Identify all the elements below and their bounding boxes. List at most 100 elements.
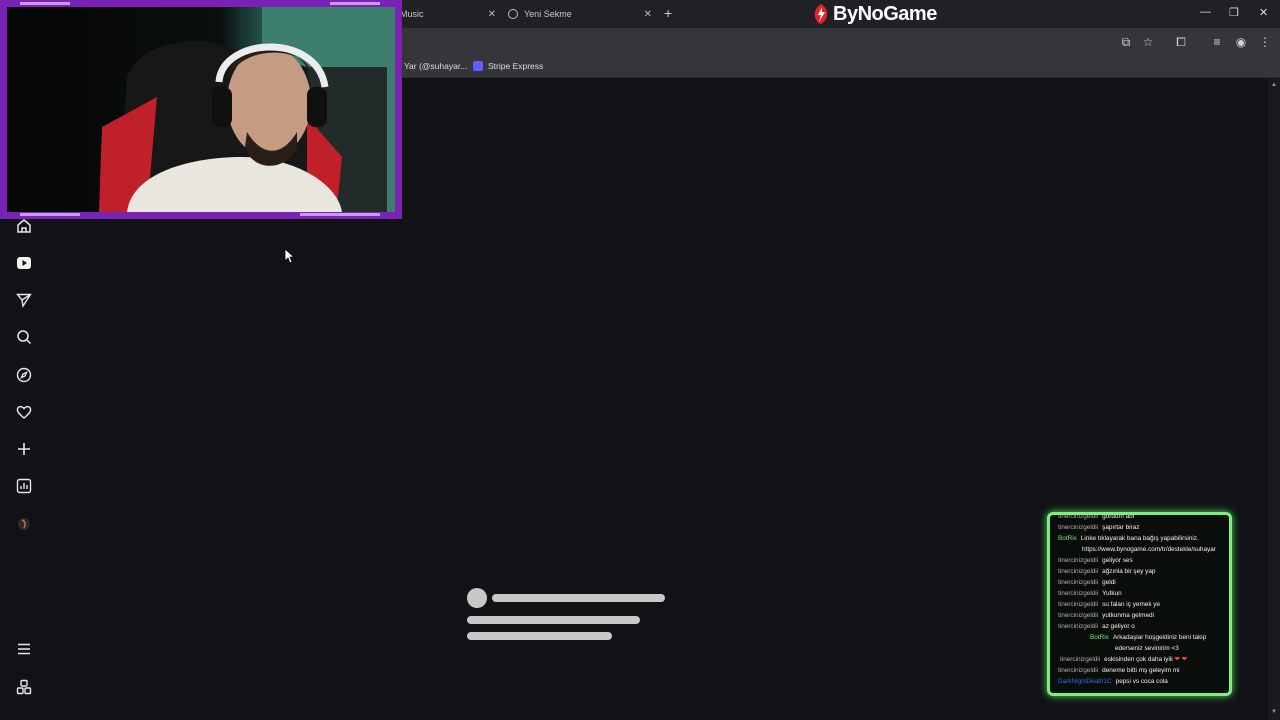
chat-text: su falan iç yemek ye (1102, 601, 1161, 608)
skeleton-line (492, 594, 665, 602)
bookmark-item[interactable]: Yar (@suhayar... (404, 61, 467, 71)
heart-emoji: ❤ ❤ (1174, 656, 1187, 663)
skeleton-line (467, 632, 612, 640)
minimize-icon[interactable]: — (1200, 6, 1211, 18)
chat-username: tinercinizgeldii (1058, 524, 1099, 531)
chat-text: https://www.bynogame.com/tr/destekle/suh… (1082, 546, 1216, 553)
bookmark-label: Stripe Express (488, 61, 544, 71)
home-icon[interactable] (14, 216, 34, 236)
scroll-up-icon[interactable]: ▲ (1271, 82, 1277, 88)
tab-label: Yeni Sekme (524, 9, 572, 19)
chat-message: tinercinizgeldii geliyor ses (1058, 555, 1229, 566)
chat-text: Linke tıklayarak bana bağış yapabilirsin… (1080, 535, 1199, 542)
skeleton-avatar (467, 588, 487, 608)
profile-icon[interactable]: ◉ (1233, 34, 1249, 50)
chat-message: tinercinizgeldii su falan iç yemek ye (1058, 599, 1229, 610)
avatar-icon[interactable] (14, 514, 34, 534)
chat-text: geliyor ses (1102, 557, 1133, 564)
chat-text: az geliyor o (1102, 623, 1135, 630)
chat-username: tinercinizgeldii (1058, 568, 1099, 575)
cast-icon[interactable]: ⧉ (1118, 34, 1134, 50)
chat-message: tinercinizgeldii eskisinden çok daha iyil… (1060, 654, 1229, 665)
mouse-cursor-icon (284, 248, 294, 264)
compass-icon[interactable] (14, 365, 34, 385)
tab-new-tab[interactable]: Yeni Sekme ✕ (508, 4, 652, 24)
webcam-feed (7, 7, 395, 212)
frame-accent (20, 2, 70, 5)
webcam-overlay (0, 0, 402, 219)
chat-username: tinercinizgeldii (1058, 623, 1099, 630)
chat-message: tinercinizgeldii şapırtar biraz (1058, 522, 1229, 533)
stripe-icon (473, 61, 483, 71)
chat-message-continued: ederseniz sevinirim <3 (1115, 643, 1229, 654)
menu-icon[interactable] (14, 639, 34, 659)
chat-message: tinercinizgeldii geldi (1058, 577, 1229, 588)
send-icon[interactable] (14, 290, 34, 310)
chat-message: tinercinizgeldii gördüm abi (1058, 513, 1229, 522)
new-tab-button[interactable]: + (664, 5, 672, 21)
brand-logo: ByNoGame (812, 0, 937, 28)
chat-text: pepsi vs coca cola (1115, 678, 1168, 685)
chat-username: tinercinizgeldii (1060, 656, 1101, 663)
streamer-image (99, 7, 395, 212)
playlist-icon[interactable]: ≡ (1209, 34, 1225, 50)
chat-text: deneme bitti mş geleyim mi (1102, 667, 1180, 674)
chat-text: ağzınla bir şey yap (1102, 568, 1156, 575)
chat-text: Arkadaşlar hoşgeldiniz beni takip (1112, 634, 1207, 641)
frame-accent (300, 213, 380, 216)
chat-text: şapırtar biraz (1102, 524, 1140, 531)
chat-text: geldi (1102, 579, 1116, 586)
scrollbar[interactable]: ▲ ▼ (1268, 79, 1280, 720)
plus-icon[interactable] (14, 439, 34, 459)
chart-icon[interactable] (14, 476, 34, 496)
chat-text: Yutkun (1102, 590, 1122, 597)
globe-icon (508, 9, 518, 19)
chat-username: tinercinizgeldii (1058, 667, 1099, 674)
more-menu-icon[interactable]: ⋮ (1257, 34, 1273, 50)
screen: Music ✕ Yeni Sekme ✕ + ByNoGame — ❐ ✕ ⧉ … (0, 0, 1280, 720)
apps-icon[interactable] (14, 677, 34, 697)
chat-username: tinercinizgeldii (1058, 579, 1099, 586)
chat-username: tinercinizgeldii (1058, 612, 1099, 619)
chat-overlay: tinercinizgeldii gördüm abi tinercinizgel… (1047, 512, 1232, 696)
chat-username: BotRix (1058, 535, 1077, 542)
frame-accent (20, 213, 80, 216)
chat-message: tinercinizgeldii az geliyor o (1058, 621, 1229, 632)
chat-username: tinercinizgeldii (1058, 601, 1099, 608)
tab-music[interactable]: Music ✕ (400, 4, 496, 24)
frame-accent (330, 2, 380, 5)
chat-message: BotRix Arkadaşlar hoşgeldiniz beni takip (1090, 632, 1229, 643)
chat-text: eskisinden çok daha iyili (1104, 656, 1173, 663)
close-tab-icon[interactable]: ✕ (644, 9, 652, 20)
chat-message: tinercinizgeldii ağzınla bir şey yap (1058, 566, 1229, 577)
close-window-icon[interactable]: ✕ (1259, 6, 1268, 19)
chat-message: tinercinizgeldii deneme bitti mş geleyim … (1058, 665, 1229, 676)
video-icon[interactable] (14, 253, 34, 273)
chat-username: tinercinizgeldii (1058, 590, 1099, 597)
bookmark-item[interactable]: Stripe Express (473, 61, 543, 71)
chat-message: DarkNightDeath1C pepsi vs coca cola (1058, 676, 1229, 687)
tab-label: Music (400, 9, 424, 19)
chat-username: tinercinizgeldii (1058, 557, 1099, 564)
chat-text: ederseniz sevinirim <3 (1115, 645, 1179, 652)
chat-message: tinercinizgeldii yutkunma gelmedi (1058, 610, 1229, 621)
chat-text: gördüm abi (1102, 513, 1135, 520)
chat-username: BotRix (1090, 634, 1109, 641)
chat-message-continued: https://www.bynogame.com/tr/destekle/suh… (1082, 544, 1229, 555)
extensions-icon[interactable]: ⧠ (1173, 34, 1189, 50)
chat-message: tinercinizgeldii Yutkun (1058, 588, 1229, 599)
chat-username: tinercinizgeldii (1058, 513, 1099, 520)
bynogame-logo-icon (814, 4, 828, 24)
brand-name: ByNoGame (833, 2, 937, 25)
chat-username: DarkNightDeath1C (1058, 678, 1112, 685)
chat-text: yutkunma gelmedi (1102, 612, 1155, 619)
chat-message: BotRix Linke tıklayarak bana bağış yapabi… (1058, 533, 1229, 544)
bookmark-label: Yar (@suhayar... (404, 61, 468, 71)
skeleton-line (467, 616, 640, 624)
search-icon[interactable] (14, 327, 34, 347)
heart-icon[interactable] (14, 402, 34, 422)
star-icon[interactable]: ☆ (1140, 34, 1156, 50)
restore-icon[interactable]: ❐ (1229, 6, 1239, 19)
scroll-down-icon[interactable]: ▼ (1271, 709, 1277, 715)
close-tab-icon[interactable]: ✕ (488, 9, 496, 20)
